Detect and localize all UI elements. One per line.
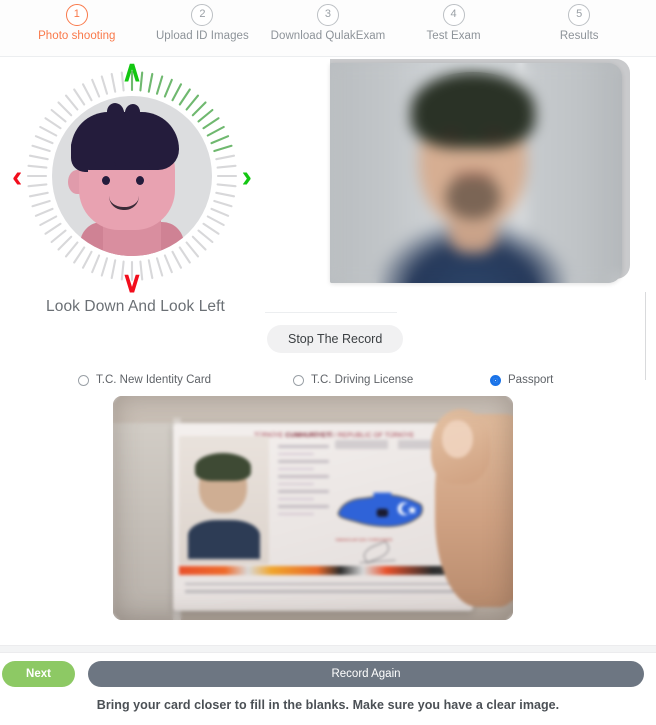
face-guide: ∧ ∨ ‹ › <box>12 58 252 298</box>
radio-label: T.C. New Identity Card <box>96 374 212 386</box>
id-document-preview: TÜRKİYE CUMHURİYETİ / REPUBLIC OF TÜRKİY… <box>113 396 513 620</box>
step-number-1: 1 <box>65 4 88 26</box>
record-again-button[interactable]: Record Again <box>88 661 644 687</box>
stop-record-button[interactable]: Stop The Record <box>267 325 404 353</box>
radio-driving-license[interactable]: T.C. Driving License <box>293 374 413 386</box>
next-button[interactable]: Next <box>2 661 75 687</box>
step-label-5: Results <box>559 30 599 42</box>
avatar-face-icon <box>52 96 212 256</box>
divider <box>265 312 397 313</box>
radio-passport[interactable]: Passport <box>490 374 553 386</box>
progress-stepper: 1 Photo shooting 2 Upload ID Images 3 Do… <box>0 0 656 57</box>
capture-row: ∧ ∨ ‹ › <box>0 57 656 298</box>
container-edge <box>645 292 646 380</box>
stepper-step-4[interactable]: 4 Test Exam <box>391 4 517 42</box>
step-label-1: Photo shooting <box>38 30 116 42</box>
document-type-radio-group: T.C. New Identity Card T.C. Driving Lice… <box>0 374 656 394</box>
webcam-preview <box>330 63 622 283</box>
chevron-left-icon: ‹ <box>12 158 23 194</box>
step-number-4: 4 <box>442 4 465 26</box>
step-number-5: 5 <box>568 4 591 26</box>
stepper-step-1[interactable]: 1 Photo shooting <box>14 4 140 42</box>
chevron-up-icon: ∧ <box>121 56 143 88</box>
chevron-down-icon: ∨ <box>121 267 143 299</box>
footer-separator <box>0 645 656 653</box>
radio-dot-icon <box>293 374 304 386</box>
step-number-3: 3 <box>316 4 339 26</box>
chevron-right-icon: › <box>241 158 252 194</box>
hint-text: Bring your card closer to fill in the bl… <box>96 698 560 712</box>
stepper-step-2[interactable]: 2 Upload ID Images <box>140 4 266 42</box>
radio-label: T.C. Driving License <box>311 374 414 386</box>
step-label-4: Test Exam <box>426 30 481 42</box>
radio-label: Passport <box>508 374 554 386</box>
stepper-step-3[interactable]: 3 Download QulakExam <box>265 4 391 42</box>
stepper-step-5[interactable]: 5 Results <box>516 4 642 42</box>
radio-dot-selected-icon <box>490 374 501 386</box>
radio-dot-icon <box>78 374 89 386</box>
radio-new-identity-card[interactable]: T.C. New Identity Card <box>78 374 211 386</box>
photo-shooting-page: 1 Photo shooting 2 Upload ID Images 3 Do… <box>0 0 656 725</box>
step-label-3: Download QulakExam <box>270 30 386 42</box>
instruction-text: Look Down And Look Left <box>46 298 225 315</box>
step-label-2: Upload ID Images <box>155 30 249 42</box>
step-number-2: 2 <box>191 4 214 26</box>
